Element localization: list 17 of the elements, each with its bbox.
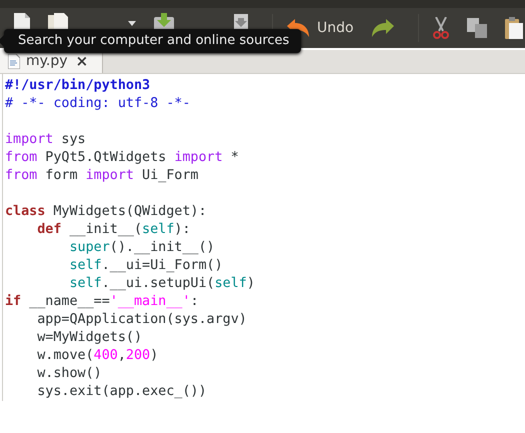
code-line: sys.exit(app.exec_()) (36, 383, 208, 401)
code-line: w.show() (36, 365, 103, 383)
code-line: if __name__=='__main__': (5, 293, 200, 311)
code-line: app=QApplication(sys.argv) (36, 311, 248, 329)
tab-label: my.py (26, 52, 68, 71)
code-line: from PyQt5.QtWidgets import * (5, 149, 240, 167)
code-line: #!/usr/bin/python3 (5, 77, 152, 95)
code-line: class MyWidgets(QWidget): (5, 203, 208, 221)
code-line: def __init__(self): (36, 221, 192, 239)
code-line: w.move(400,200) (36, 347, 160, 365)
code-line: import sys (5, 131, 87, 149)
code-line: # -*- coding: utf-8 -*- (5, 95, 192, 113)
code-line: super().__init__() (68, 239, 216, 257)
code-line: self.__ui=Ui_Form() (68, 257, 224, 275)
code-line: self.__ui.setupUi(self) (68, 275, 256, 293)
code-line: from form import Ui_Form (5, 167, 200, 185)
code-line: w=MyWidgets() (36, 329, 144, 347)
